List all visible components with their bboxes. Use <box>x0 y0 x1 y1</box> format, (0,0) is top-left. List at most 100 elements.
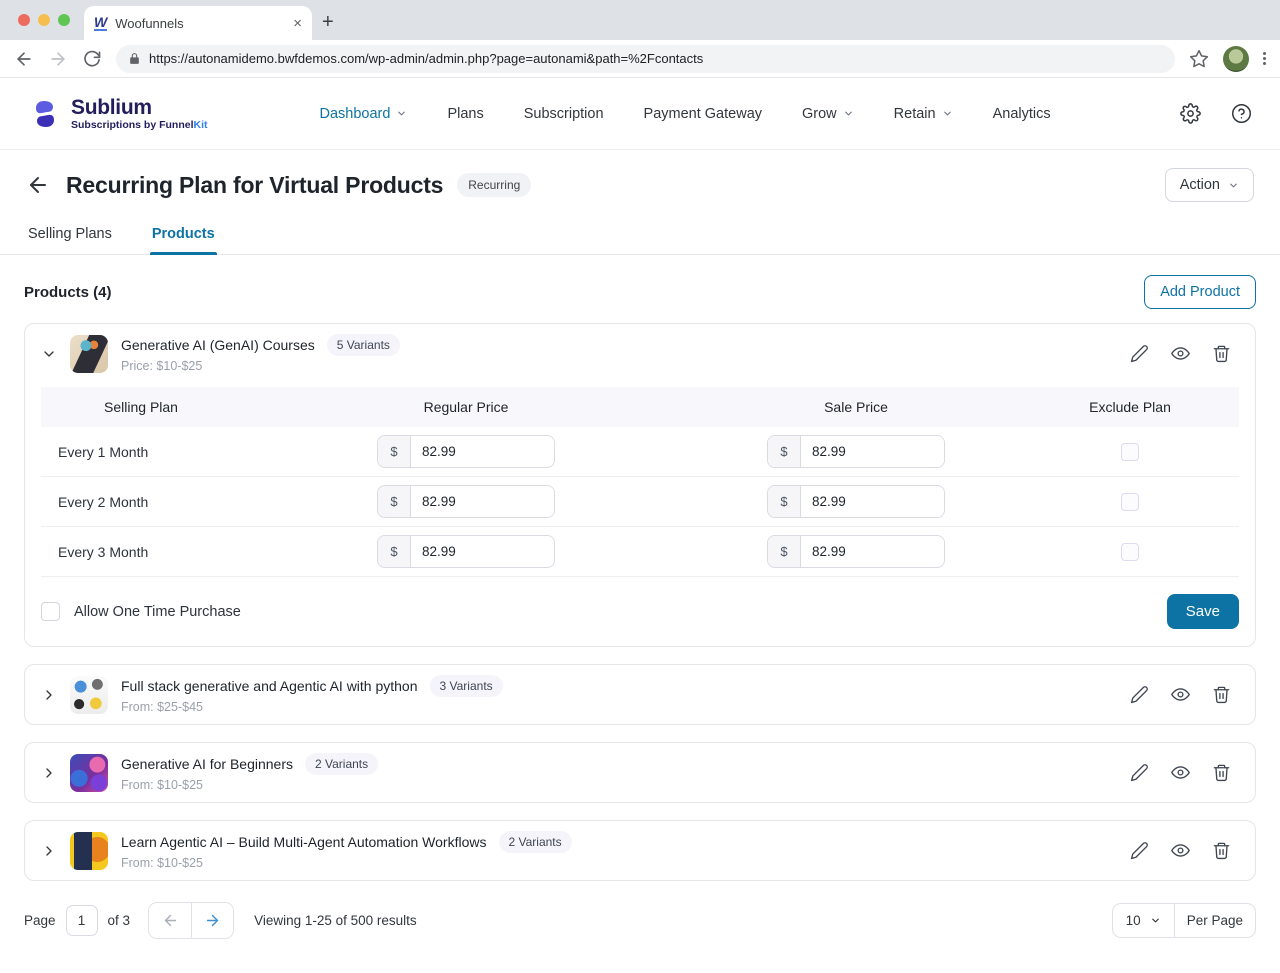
action-button[interactable]: Action <box>1165 168 1254 202</box>
sale-price-input[interactable] <box>801 486 944 517</box>
product-price: From: $10-$25 <box>121 778 378 792</box>
back-arrow-icon[interactable] <box>26 173 50 197</box>
view-eye-icon[interactable] <box>1171 344 1190 363</box>
product-row[interactable]: Generative AI (GenAI) Courses 5 Variants… <box>25 324 1255 383</box>
currency-prefix: $ <box>378 436 411 467</box>
product-info: Full stack generative and Agentic AI wit… <box>121 675 503 714</box>
delete-trash-icon[interactable] <box>1212 685 1231 704</box>
next-page-button[interactable] <box>191 903 233 938</box>
save-button[interactable]: Save <box>1167 594 1239 629</box>
currency-prefix: $ <box>768 486 801 517</box>
nav-item-grow[interactable]: Grow <box>802 106 854 122</box>
nav-item-payment-gateway[interactable]: Payment Gateway <box>644 106 762 122</box>
help-icon[interactable] <box>1231 103 1252 124</box>
currency-prefix: $ <box>378 486 411 517</box>
bookmark-star-icon[interactable] <box>1189 49 1209 69</box>
page-number-input[interactable] <box>66 905 98 936</box>
exclude-plan-checkbox[interactable] <box>1121 443 1139 461</box>
variants-badge: 3 Variants <box>430 675 503 697</box>
product-info: Generative AI for Beginners 2 Variants F… <box>121 753 378 792</box>
plan-name: Every 2 Month <box>41 494 241 510</box>
currency-prefix: $ <box>768 436 801 467</box>
sale-price-input-group: $ <box>767 485 945 518</box>
products-heading: Products (4) <box>24 284 112 301</box>
header-icons <box>1180 103 1252 124</box>
view-eye-icon[interactable] <box>1171 685 1190 704</box>
browser-menu-icon[interactable] <box>1263 52 1266 65</box>
edit-pencil-icon[interactable] <box>1130 763 1149 782</box>
browser-tab[interactable]: W Woofunnels × <box>84 6 312 40</box>
view-eye-icon[interactable] <box>1171 841 1190 860</box>
previous-page-button[interactable] <box>149 903 191 938</box>
regular-price-input[interactable] <box>411 536 554 567</box>
delete-trash-icon[interactable] <box>1212 841 1231 860</box>
product-info: Generative AI (GenAI) Courses 5 Variants… <box>121 334 400 373</box>
product-thumbnail <box>70 832 108 870</box>
chevron-down-icon[interactable] <box>41 346 57 362</box>
reload-icon[interactable] <box>82 49 102 69</box>
chevron-right-icon[interactable] <box>41 687 57 703</box>
tab-selling-plans[interactable]: Selling Plans <box>26 218 114 254</box>
product-row[interactable]: Full stack generative and Agentic AI wit… <box>25 665 1255 724</box>
allow-one-time-purchase-checkbox[interactable] <box>41 602 60 621</box>
currency-prefix: $ <box>378 536 411 567</box>
sale-price-input[interactable] <box>801 536 944 567</box>
chevron-down-icon <box>396 108 407 119</box>
edit-pencil-icon[interactable] <box>1130 841 1149 860</box>
page-label: Page <box>24 913 56 928</box>
gear-icon[interactable] <box>1180 103 1201 124</box>
product-thumbnail <box>70 754 108 792</box>
delete-trash-icon[interactable] <box>1212 763 1231 782</box>
product-card: Learn Agentic AI – Build Multi-Agent Aut… <box>24 820 1256 881</box>
regular-price-input-group: $ <box>377 485 555 518</box>
per-page-select[interactable]: 10 <box>1113 904 1175 937</box>
tab-products[interactable]: Products <box>150 218 217 254</box>
close-window-button[interactable] <box>18 14 30 26</box>
column-selling-plan: Selling Plan <box>41 399 241 415</box>
edit-pencil-icon[interactable] <box>1130 685 1149 704</box>
exclude-plan-checkbox[interactable] <box>1121 493 1139 511</box>
product-price: Price: $10-$25 <box>121 359 400 373</box>
sale-price-input[interactable] <box>801 436 944 467</box>
new-tab-button[interactable]: + <box>322 12 334 32</box>
back-icon[interactable] <box>14 49 34 69</box>
nav-item-analytics[interactable]: Analytics <box>993 106 1051 122</box>
selling-plan-table: Selling Plan Regular Price Sale Price Ex… <box>41 387 1239 577</box>
minimize-window-button[interactable] <box>38 14 50 26</box>
nav-item-retain[interactable]: Retain <box>894 106 953 122</box>
forward-icon[interactable] <box>48 49 68 69</box>
allow-one-time-purchase-label: Allow One Time Purchase <box>74 604 241 620</box>
product-card: Generative AI for Beginners 2 Variants F… <box>24 742 1256 803</box>
product-card: Full stack generative and Agentic AI wit… <box>24 664 1256 725</box>
edit-pencil-icon[interactable] <box>1130 344 1149 363</box>
sublium-logo[interactable]: Sublium Subscriptions by FunnelKit <box>28 97 208 131</box>
regular-price-input[interactable] <box>411 486 554 517</box>
tab-title: Woofunnels <box>115 16 285 31</box>
plan-name: Every 3 Month <box>41 544 241 560</box>
add-product-button[interactable]: Add Product <box>1144 275 1256 309</box>
chevron-right-icon[interactable] <box>41 765 57 781</box>
nav-item-plans[interactable]: Plans <box>447 106 483 122</box>
products-header: Products (4) Add Product <box>24 275 1256 309</box>
product-row[interactable]: Generative AI for Beginners 2 Variants F… <box>25 743 1255 802</box>
traffic-lights[interactable] <box>18 14 70 26</box>
nav-item-dashboard[interactable]: Dashboard <box>320 106 408 122</box>
product-name: Generative AI (GenAI) Courses <box>121 337 315 353</box>
exclude-plan-checkbox[interactable] <box>1121 543 1139 561</box>
close-tab-icon[interactable]: × <box>293 15 302 32</box>
currency-prefix: $ <box>768 536 801 567</box>
column-exclude-plan: Exclude Plan <box>1021 399 1239 415</box>
product-price: From: $25-$45 <box>121 700 503 714</box>
url-bar[interactable]: https://autonamidemo.bwfdemos.com/wp-adm… <box>116 45 1175 73</box>
view-eye-icon[interactable] <box>1171 763 1190 782</box>
chevron-right-icon[interactable] <box>41 843 57 859</box>
delete-trash-icon[interactable] <box>1212 344 1231 363</box>
product-row[interactable]: Learn Agentic AI – Build Multi-Agent Aut… <box>25 821 1255 880</box>
product-card-expanded: Generative AI (GenAI) Courses 5 Variants… <box>24 323 1256 647</box>
nav-item-subscription[interactable]: Subscription <box>524 106 604 122</box>
maximize-window-button[interactable] <box>58 14 70 26</box>
sale-price-input-group: $ <box>767 435 945 468</box>
regular-price-input[interactable] <box>411 436 554 467</box>
browser-profile-avatar[interactable] <box>1223 46 1249 72</box>
pagination-bar: Page of 3 Viewing 1-25 of 500 results 10… <box>24 902 1256 963</box>
